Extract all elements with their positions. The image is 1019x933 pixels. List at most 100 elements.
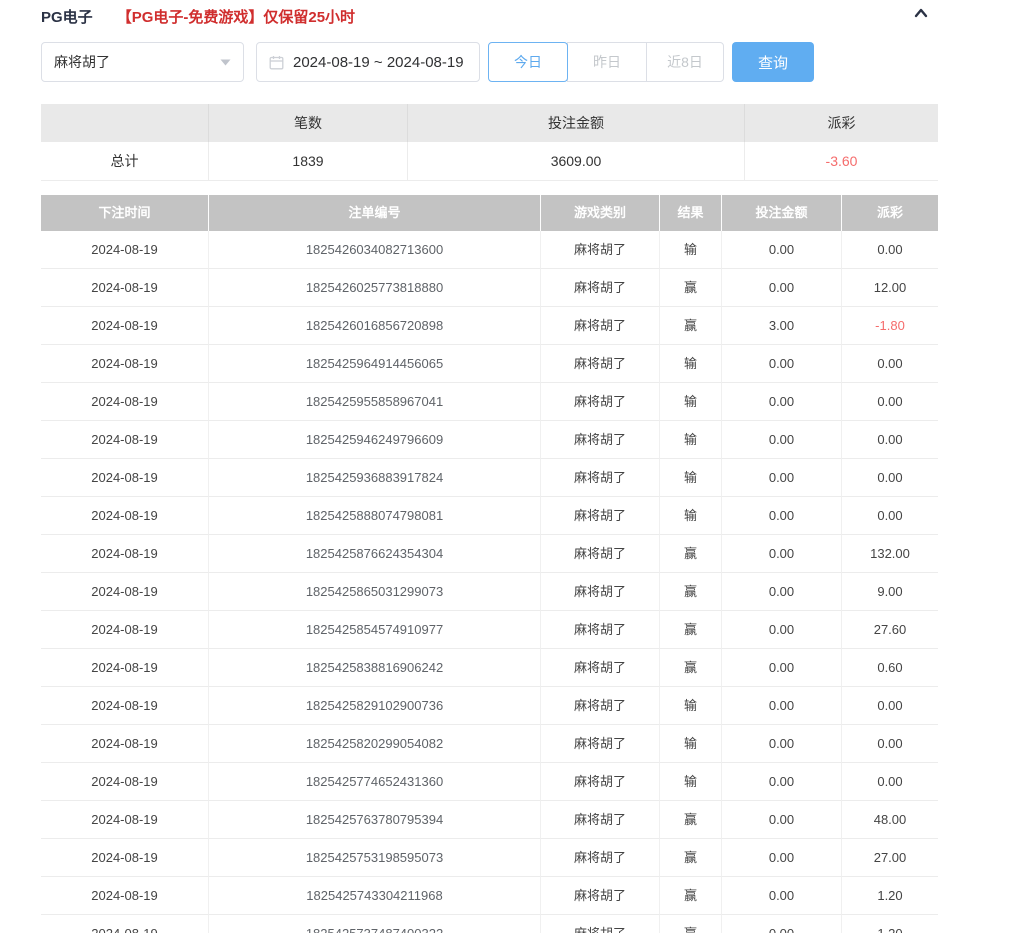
cell-bet-time: 2024-08-19	[41, 231, 209, 269]
cell-result: 输	[660, 421, 722, 459]
cell-bet-amount: 3.00	[722, 307, 842, 345]
cell-payout: 0.00	[842, 459, 938, 497]
page-title: PG电子	[41, 6, 93, 27]
cell-payout: 0.00	[842, 421, 938, 459]
game-type-select[interactable]: 麻将胡了	[41, 42, 244, 82]
cell-bet-id: 1825425964914456065	[209, 345, 541, 383]
cell-game-type: 麻将胡了	[541, 459, 660, 497]
cell-bet-amount: 0.00	[722, 725, 842, 763]
table-row: 2024-08-191825425774652431360麻将胡了输0.000.…	[41, 763, 938, 801]
cell-bet-id: 1825425955858967041	[209, 383, 541, 421]
cell-result: 赢	[660, 915, 722, 933]
chevron-up-icon	[911, 3, 931, 23]
cell-bet-amount: 0.00	[722, 231, 842, 269]
quick-filter-last-8-days[interactable]: 近8日	[646, 42, 724, 82]
cell-game-type: 麻将胡了	[541, 725, 660, 763]
cell-payout: 0.00	[842, 725, 938, 763]
summary-total-payout: -3.60	[745, 142, 938, 181]
table-row: 2024-08-191825425946249796609麻将胡了输0.000.…	[41, 421, 938, 459]
cell-payout: 0.00	[842, 687, 938, 725]
cell-bet-time: 2024-08-19	[41, 649, 209, 687]
cell-bet-time: 2024-08-19	[41, 687, 209, 725]
cell-bet-id: 1825426016856720898	[209, 307, 541, 345]
collapse-panel-button[interactable]	[910, 2, 932, 24]
summary-table: 笔数 投注金额 派彩 总计 1839 3609.00 -3.60	[41, 104, 938, 181]
cell-bet-amount: 0.00	[722, 687, 842, 725]
summary-header-payout: 派彩	[745, 104, 938, 142]
col-header-game-type: 游戏类别	[541, 195, 660, 231]
cell-payout: 1.20	[842, 915, 938, 933]
cell-bet-id: 1825425737487400322	[209, 915, 541, 933]
cell-payout: 0.00	[842, 497, 938, 535]
cell-bet-amount: 0.00	[722, 915, 842, 933]
cell-bet-time: 2024-08-19	[41, 497, 209, 535]
cell-bet-amount: 0.00	[722, 649, 842, 687]
table-row: 2024-08-191825425854574910977麻将胡了赢0.0027…	[41, 611, 938, 649]
date-range-value: 2024-08-19 ~ 2024-08-19	[293, 54, 464, 71]
cell-bet-id: 1825425829102900736	[209, 687, 541, 725]
quick-filter-today[interactable]: 今日	[488, 42, 568, 82]
summary-total-bet-amount: 3609.00	[408, 142, 745, 181]
search-button[interactable]: 查询	[732, 42, 814, 82]
cell-bet-amount: 0.00	[722, 573, 842, 611]
col-header-bet-id: 注单编号	[209, 195, 541, 231]
page: PG电子 【PG电子-免费游戏】仅保留25小时 麻将胡了 2024-08-19 …	[41, 0, 938, 933]
cell-payout: 9.00	[842, 573, 938, 611]
cell-payout: 27.00	[842, 839, 938, 877]
table-row: 2024-08-191825425753198595073麻将胡了赢0.0027…	[41, 839, 938, 877]
cell-bet-amount: 0.00	[722, 877, 842, 915]
cell-bet-time: 2024-08-19	[41, 535, 209, 573]
table-row: 2024-08-191825425737487400322麻将胡了赢0.001.…	[41, 915, 938, 933]
table-row: 2024-08-191825425865031299073麻将胡了赢0.009.…	[41, 573, 938, 611]
cell-bet-amount: 0.00	[722, 497, 842, 535]
cell-payout: 0.00	[842, 763, 938, 801]
cell-payout: 0.00	[842, 231, 938, 269]
cell-bet-time: 2024-08-19	[41, 801, 209, 839]
cell-bet-time: 2024-08-19	[41, 383, 209, 421]
table-row: 2024-08-191825425964914456065麻将胡了输0.000.…	[41, 345, 938, 383]
table-row: 2024-08-191825425829102900736麻将胡了输0.000.…	[41, 687, 938, 725]
cell-result: 输	[660, 459, 722, 497]
cell-bet-time: 2024-08-19	[41, 915, 209, 933]
cell-payout: 12.00	[842, 269, 938, 307]
cell-bet-id: 1825425838816906242	[209, 649, 541, 687]
cell-bet-time: 2024-08-19	[41, 459, 209, 497]
cell-bet-amount: 0.00	[722, 421, 842, 459]
cell-payout: -1.80	[842, 307, 938, 345]
cell-payout: 0.60	[842, 649, 938, 687]
cell-result: 赢	[660, 573, 722, 611]
cell-bet-time: 2024-08-19	[41, 421, 209, 459]
cell-payout: 1.20	[842, 877, 938, 915]
summary-header-bet-amount: 投注金额	[408, 104, 745, 142]
cell-bet-amount: 0.00	[722, 535, 842, 573]
cell-bet-time: 2024-08-19	[41, 725, 209, 763]
cell-game-type: 麻将胡了	[541, 345, 660, 383]
summary-header-count: 笔数	[209, 104, 408, 142]
cell-bet-amount: 0.00	[722, 763, 842, 801]
quick-filter-yesterday[interactable]: 昨日	[567, 42, 647, 82]
col-header-bet-amount: 投注金额	[722, 195, 842, 231]
cell-bet-time: 2024-08-19	[41, 345, 209, 383]
cell-bet-id: 1825425854574910977	[209, 611, 541, 649]
cell-result: 输	[660, 725, 722, 763]
cell-result: 输	[660, 231, 722, 269]
cell-game-type: 麻将胡了	[541, 763, 660, 801]
cell-bet-id: 1825425946249796609	[209, 421, 541, 459]
cell-game-type: 麻将胡了	[541, 231, 660, 269]
bets-table-header-row: 下注时间 注单编号 游戏类别 结果 投注金额 派彩	[41, 195, 938, 231]
cell-result: 赢	[660, 649, 722, 687]
table-row: 2024-08-191825425743304211968麻将胡了赢0.001.…	[41, 877, 938, 915]
date-range-input[interactable]: 2024-08-19 ~ 2024-08-19	[256, 42, 480, 82]
cell-bet-time: 2024-08-19	[41, 611, 209, 649]
cell-result: 赢	[660, 801, 722, 839]
filter-bar: 麻将胡了 2024-08-19 ~ 2024-08-19 今日 昨日 近8日 查…	[41, 42, 938, 82]
cell-game-type: 麻将胡了	[541, 383, 660, 421]
cell-bet-amount: 0.00	[722, 801, 842, 839]
cell-result: 输	[660, 497, 722, 535]
bets-table: 下注时间 注单编号 游戏类别 结果 投注金额 派彩 2024-08-191825…	[41, 195, 938, 933]
cell-payout: 0.00	[842, 345, 938, 383]
cell-bet-amount: 0.00	[722, 345, 842, 383]
summary-total-label: 总计	[41, 142, 209, 181]
summary-total-row: 总计 1839 3609.00 -3.60	[41, 142, 938, 181]
cell-result: 输	[660, 345, 722, 383]
